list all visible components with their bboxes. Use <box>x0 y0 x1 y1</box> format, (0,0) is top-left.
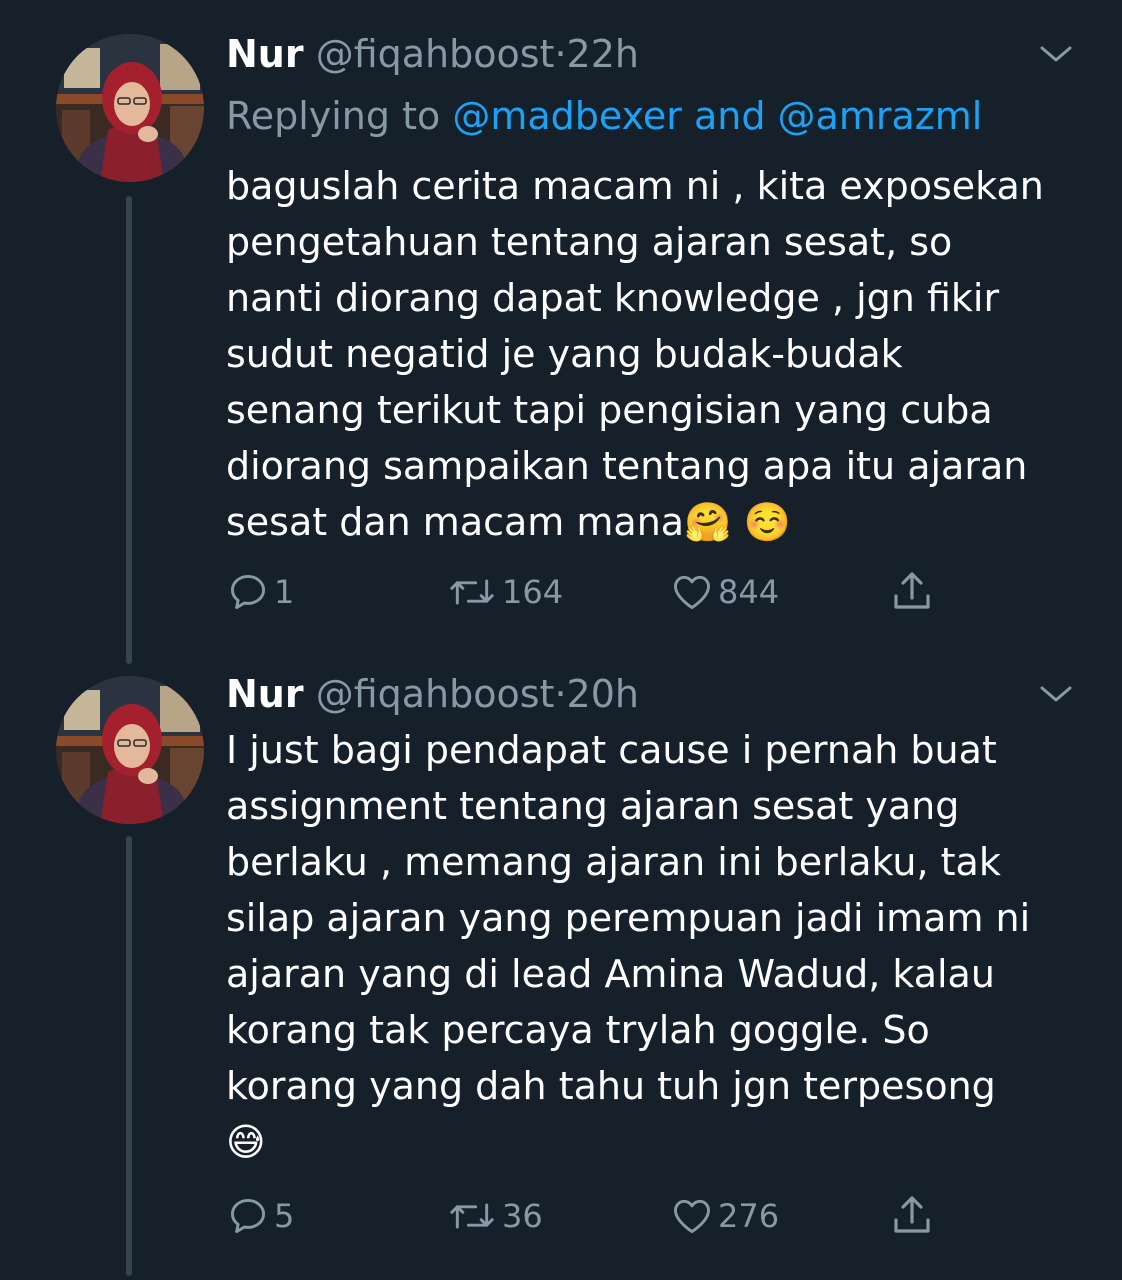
avatar[interactable] <box>56 676 204 824</box>
reply-count: 5 <box>274 1197 295 1235</box>
retweet-count: 36 <box>502 1197 543 1235</box>
separator-dot: · <box>554 672 567 716</box>
heart-icon <box>674 1199 710 1234</box>
avatar-photo <box>56 676 204 824</box>
display-name[interactable]: Nur <box>226 672 304 716</box>
tweet[interactable]: Nur @fiqahboost·20h I just bagi pendapat… <box>0 664 1122 1280</box>
avatar[interactable] <box>56 34 204 182</box>
like-count: 276 <box>718 1197 780 1235</box>
retweet-button[interactable]: 36 <box>446 1192 543 1240</box>
chevron-down-icon[interactable] <box>1036 678 1076 710</box>
user-handle[interactable]: @fiqahboost <box>316 32 555 76</box>
reply-icon <box>230 574 266 610</box>
tweet-header: Nur @fiqahboost·20h <box>226 668 639 720</box>
replying-to: Replying to @madbexer and @amrazml <box>226 90 982 142</box>
timestamp[interactable]: 20h <box>567 672 639 716</box>
chevron-down-icon[interactable] <box>1036 38 1076 70</box>
replying-to-label: Replying to <box>226 94 453 138</box>
reply-button[interactable]: 5 <box>226 1192 294 1240</box>
share-icon <box>894 572 930 609</box>
like-count: 844 <box>718 573 780 611</box>
tweet-text: baguslah cerita macam ni , kita exposeka… <box>226 164 1044 544</box>
like-button[interactable]: 276 <box>670 1192 779 1240</box>
retweet-icon <box>450 579 494 605</box>
display-name[interactable]: Nur <box>226 32 304 76</box>
mention-link[interactable]: @madbexer <box>452 94 682 138</box>
user-handle[interactable]: @fiqahboost <box>316 672 555 716</box>
heart-icon <box>674 575 710 610</box>
tweet[interactable]: Nur @fiqahboost·22h Replying to @madbexe… <box>0 0 1122 664</box>
reply-count: 1 <box>274 573 295 611</box>
like-button[interactable]: 844 <box>670 568 779 616</box>
share-button[interactable] <box>888 568 936 616</box>
thread-line <box>126 836 132 1276</box>
tweet-header: Nur @fiqahboost·22h <box>226 28 639 80</box>
share-button[interactable] <box>888 1192 936 1240</box>
mention-link[interactable]: @amrazml <box>778 94 983 138</box>
mention-join: and <box>681 94 778 138</box>
separator-dot: · <box>554 32 567 76</box>
share-icon <box>894 1196 930 1233</box>
retweet-icon <box>450 1203 494 1229</box>
reply-button[interactable]: 1 <box>226 568 294 616</box>
tweet-text: I just bagi pendapat cause i pernah buat… <box>226 728 1031 1164</box>
retweet-button[interactable]: 164 <box>446 568 563 616</box>
avatar-photo <box>56 34 204 182</box>
timestamp[interactable]: 22h <box>567 32 639 76</box>
retweet-count: 164 <box>502 573 564 611</box>
reply-icon <box>230 1198 266 1234</box>
thread-line <box>126 196 132 664</box>
